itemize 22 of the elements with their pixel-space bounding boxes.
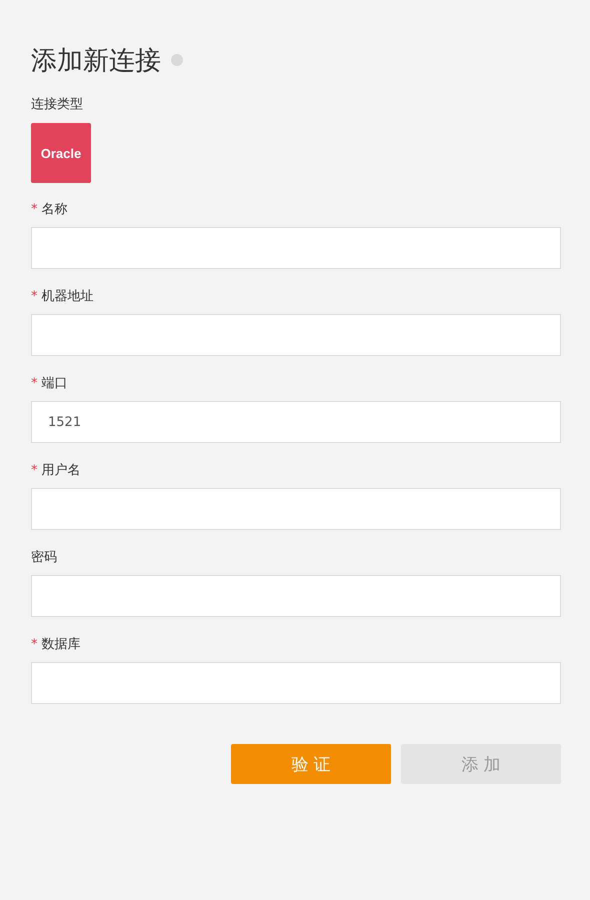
input-field[interactable]: [31, 662, 561, 704]
field-label: 名称: [42, 201, 68, 218]
input-field[interactable]: [31, 488, 561, 530]
required-mark: *: [31, 376, 38, 390]
input-field[interactable]: 1521: [31, 401, 561, 443]
field-label: 端口: [42, 375, 68, 392]
page-title: 添加新连接: [31, 44, 161, 78]
required-mark: *: [31, 462, 38, 478]
input-field[interactable]: [31, 314, 561, 356]
verify-button[interactable]: 验 证: [231, 744, 391, 784]
status-dot: [171, 54, 183, 66]
field-label: 用户名: [42, 462, 80, 479]
required-mark: *: [31, 202, 38, 216]
field-label: 连接类型: [31, 96, 83, 113]
required-mark: *: [31, 288, 38, 304]
database-type-tile[interactable]: Oracle: [31, 123, 91, 183]
input-field[interactable]: [31, 575, 561, 617]
field-label: 机器地址: [42, 288, 94, 305]
input-field[interactable]: [31, 227, 561, 269]
required-mark: *: [31, 636, 38, 652]
field-label: 数据库: [42, 636, 80, 653]
field-label: 密码: [31, 549, 57, 566]
